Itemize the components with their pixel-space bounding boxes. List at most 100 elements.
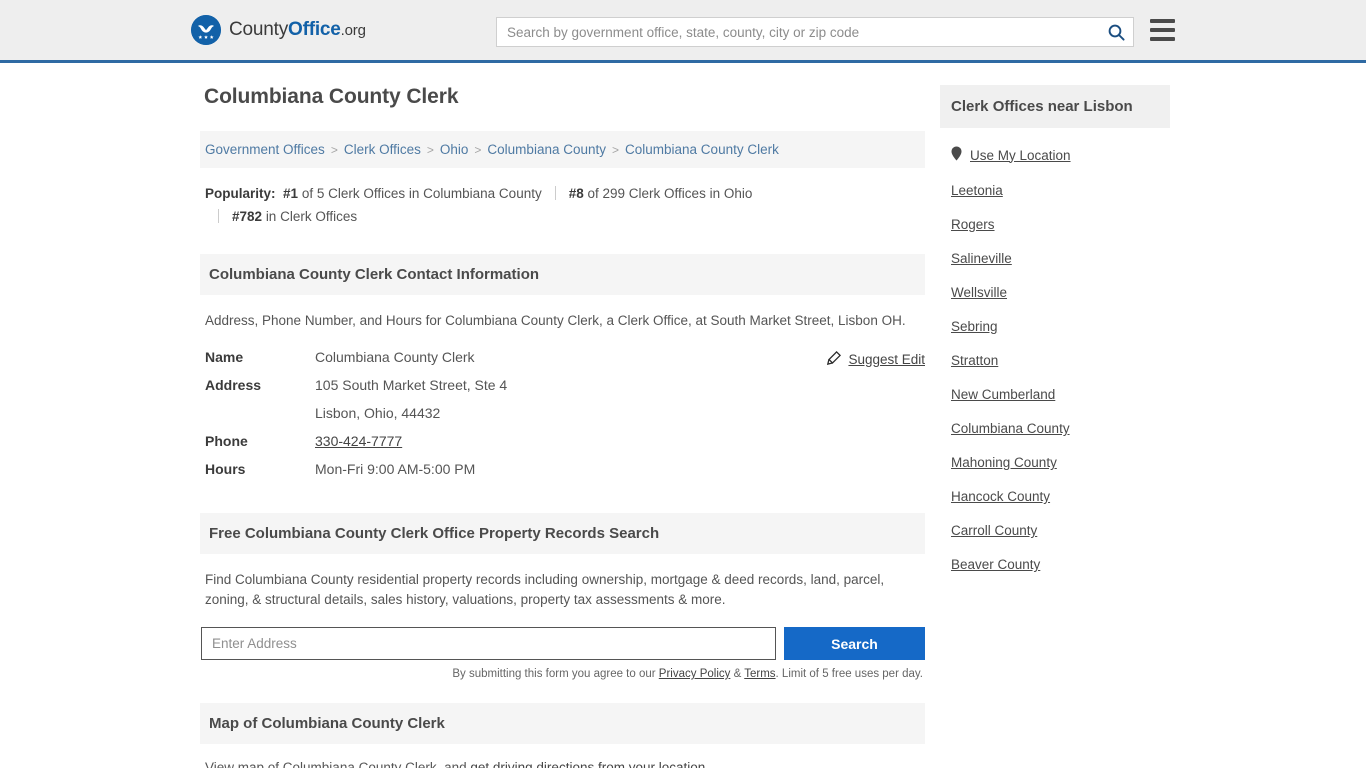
breadcrumb-item-0[interactable]: Government Offices <box>205 142 325 157</box>
popularity-rank: #1 <box>283 186 299 201</box>
property-search-heading: Free Columbiana County Clerk Office Prop… <box>200 513 925 554</box>
sidebar-link[interactable]: Hancock County <box>951 489 1050 504</box>
popularity-text: of 5 Clerk Offices in Columbiana County <box>301 186 542 201</box>
detail-label: Phone <box>205 433 248 449</box>
disclaimer-text-pre: By submitting this form you agree to our <box>452 668 659 680</box>
sidebar-link[interactable]: Stratton <box>951 353 998 368</box>
breadcrumb-separator: > <box>474 143 482 157</box>
breadcrumb: Government Offices > Clerk Offices > Ohio > Co… <box>200 131 925 168</box>
map-text-post: . <box>705 760 710 768</box>
popularity-item-1: #8 of 299 Clerk Offices in Ohio <box>569 186 753 201</box>
map-text-pre: View map of Columbiana County Clerk, and <box>205 760 471 768</box>
hamburger-bar <box>1150 28 1175 32</box>
site-header: CountyOffice.org <box>0 0 1366 63</box>
logo-text-county: County <box>229 19 289 40</box>
terms-link[interactable]: Terms <box>744 668 775 680</box>
breadcrumb-item-1[interactable]: Clerk Offices <box>344 142 421 157</box>
sidebar-item-sebring[interactable]: Sebring <box>951 319 1170 334</box>
breadcrumb-separator: > <box>426 143 434 157</box>
breadcrumb-separator: > <box>612 143 620 157</box>
sidebar-item-columbiana-county[interactable]: Columbiana County <box>951 421 1170 436</box>
sidebar-link[interactable]: Columbiana County <box>951 421 1070 436</box>
driving-directions-link[interactable]: get driving directions from your locatio… <box>470 760 705 768</box>
site-logo-link[interactable]: CountyOffice.org <box>191 15 366 45</box>
form-disclaimer: By submitting this form you agree to our… <box>200 668 925 680</box>
sidebar-link[interactable]: Beaver County <box>951 557 1040 572</box>
sidebar-link[interactable]: Rogers <box>951 217 995 232</box>
sidebar-item-hancock-county[interactable]: Hancock County <box>951 489 1170 504</box>
map-section-text: View map of Columbiana County Clerk, and… <box>200 744 925 768</box>
page-body: Columbiana County Clerk Government Offic… <box>0 63 1366 768</box>
sidebar-link[interactable]: Mahoning County <box>951 455 1057 470</box>
detail-label: Hours <box>205 461 246 477</box>
detail-row-address: Address 105 South Market Street, Ste 4 <box>205 377 925 393</box>
disclaimer-text-post: . Limit of 5 free uses per day. <box>775 668 923 680</box>
popularity-rank: #782 <box>232 209 263 224</box>
suggest-edit[interactable]: Suggest Edit <box>827 350 925 368</box>
sidebar-link[interactable]: Sebring <box>951 319 998 334</box>
sidebar-item-wellsville[interactable]: Wellsville <box>951 285 1170 300</box>
search-submit-button[interactable] <box>1099 18 1133 46</box>
detail-value-address-line2: Lisbon, Ohio, 44432 <box>315 405 441 421</box>
property-search-description: Find Columbiana County residential prope… <box>205 572 885 607</box>
hamburger-bar <box>1150 19 1175 23</box>
popularity-item-2: #782 in Clerk Offices <box>232 209 357 224</box>
use-my-location-link[interactable]: Use My Location <box>970 148 1071 163</box>
sidebar-heading: Clerk Offices near Lisbon <box>940 85 1170 128</box>
detail-value-name: Columbiana County Clerk <box>315 349 475 365</box>
sidebar-item-mahoning-county[interactable]: Mahoning County <box>951 455 1170 470</box>
detail-label: Address <box>205 377 262 393</box>
search-icon <box>1108 24 1125 41</box>
detail-value-address-line1: 105 South Market Street, Ste 4 <box>315 377 508 393</box>
sidebar-link[interactable]: Carroll County <box>951 523 1037 538</box>
detail-row-hours: Hours Mon-Fri 9:00 AM-5:00 PM <box>205 461 925 477</box>
search-input[interactable] <box>497 18 1099 46</box>
detail-row-phone: Phone 330-424-7777 <box>205 433 925 449</box>
sidebar-item-use-my-location[interactable]: Use My Location <box>951 146 1170 164</box>
sidebar-link[interactable]: Wellsville <box>951 285 1007 300</box>
property-search-button[interactable]: Search <box>784 627 925 660</box>
sidebar-item-beaver-county[interactable]: Beaver County <box>951 557 1170 572</box>
detail-value-phone: 330-424-7777 <box>315 433 402 449</box>
sidebar-item-new-cumberland[interactable]: New Cumberland <box>951 387 1170 402</box>
address-input[interactable] <box>201 627 776 660</box>
breadcrumb-item-2[interactable]: Ohio <box>440 142 469 157</box>
detail-label: Name <box>205 349 244 365</box>
sidebar-link[interactable]: Leetonia <box>951 183 1003 198</box>
detail-row-address-line2: Lisbon, Ohio, 44432 <box>205 405 925 421</box>
privacy-policy-link[interactable]: Privacy Policy <box>659 668 731 680</box>
contact-section-intro: Address, Phone Number, and Hours for Col… <box>205 313 906 328</box>
popularity-text: of 299 Clerk Offices in Ohio <box>587 186 753 201</box>
disclaimer-amp: & <box>730 668 745 680</box>
sidebar-list: Use My Location Leetonia Rogers Salinevi… <box>940 128 1170 572</box>
breadcrumb-item-current: Columbiana County Clerk <box>625 142 779 157</box>
page-title: Columbiana County Clerk <box>204 85 459 108</box>
edit-pencil-icon <box>827 350 842 368</box>
popularity-divider <box>554 186 556 200</box>
sidebar-item-rogers[interactable]: Rogers <box>951 217 1170 232</box>
popularity-label: Popularity: <box>205 186 276 201</box>
breadcrumb-separator: > <box>330 143 338 157</box>
sidebar-link[interactable]: New Cumberland <box>951 387 1055 402</box>
detail-row-name: Name Columbiana County Clerk <box>205 349 925 365</box>
breadcrumb-item-3[interactable]: Columbiana County <box>487 142 606 157</box>
hamburger-bar <box>1150 37 1175 41</box>
sidebar: Clerk Offices near Lisbon Use My Locatio… <box>940 85 1170 591</box>
contact-details: Suggest Edit Name Columbiana County Cler… <box>200 349 925 477</box>
sidebar-link[interactable]: Salineville <box>951 251 1012 266</box>
popularity-text: in Clerk Offices <box>265 209 358 224</box>
eagle-seal-logo-icon <box>191 15 221 45</box>
logo-text-office: Office <box>288 19 341 40</box>
phone-link[interactable]: 330-424-7777 <box>315 433 402 449</box>
sidebar-item-stratton[interactable]: Stratton <box>951 353 1170 368</box>
popularity-divider <box>218 209 219 223</box>
suggest-edit-link[interactable]: Suggest Edit <box>848 352 925 367</box>
sidebar-item-salineville[interactable]: Salineville <box>951 251 1170 266</box>
site-logo-text: CountyOffice.org <box>229 19 366 41</box>
sidebar-item-leetonia[interactable]: Leetonia <box>951 183 1170 198</box>
map-pin-icon <box>951 146 962 164</box>
sidebar-item-carroll-county[interactable]: Carroll County <box>951 523 1170 538</box>
detail-value-hours: Mon-Fri 9:00 AM-5:00 PM <box>315 461 476 477</box>
hamburger-menu-icon[interactable] <box>1150 19 1175 41</box>
contact-section-heading: Columbiana County Clerk Contact Informat… <box>200 254 925 295</box>
